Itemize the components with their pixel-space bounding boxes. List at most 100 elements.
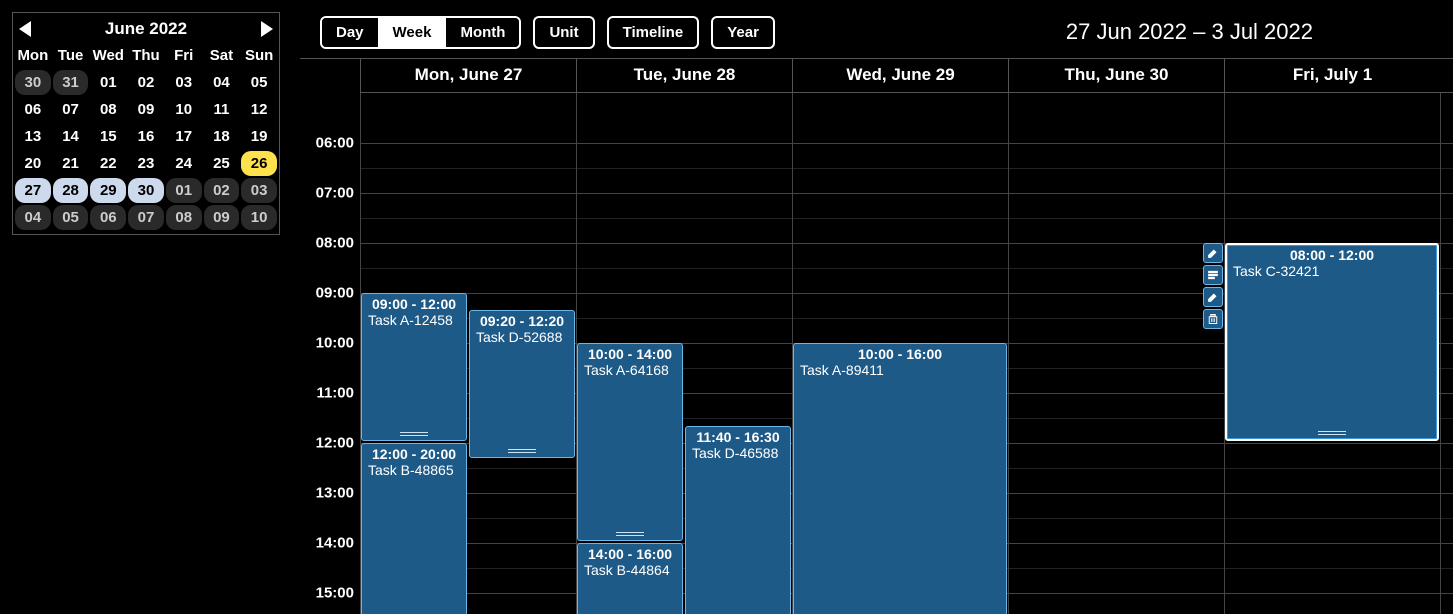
mini-calendar-day[interactable]: 09: [128, 97, 164, 122]
next-month-button[interactable]: [261, 21, 273, 37]
mini-calendar-day[interactable]: 03: [241, 178, 277, 203]
view-unit-button[interactable]: Unit: [533, 16, 594, 49]
mini-calendar-day[interactable]: 08: [166, 205, 202, 230]
calendar-event[interactable]: 09:20 - 12:20Task D-52688: [469, 310, 575, 458]
event-title: Task C-32421: [1227, 263, 1437, 281]
mini-calendar-day[interactable]: 01: [166, 178, 202, 203]
view-mode-group: DayWeekMonth: [320, 16, 521, 49]
mini-calendar-day[interactable]: 23: [128, 151, 164, 176]
trash-icon[interactable]: [1203, 309, 1223, 329]
day-header: Mon, June 27: [360, 59, 576, 92]
mini-calendar-day[interactable]: 09: [204, 205, 240, 230]
time-label: 08:00: [316, 235, 354, 252]
mini-calendar-day[interactable]: 02: [128, 70, 164, 95]
event-time: 12:00 - 20:00: [362, 444, 466, 462]
time-label: 10:00: [316, 335, 354, 352]
event-time: 11:40 - 16:30: [686, 427, 790, 445]
mini-calendar-day[interactable]: 02: [204, 178, 240, 203]
calendar-event[interactable]: 10:00 - 14:00Task A-64168: [577, 343, 683, 541]
mini-calendar-day[interactable]: 04: [204, 70, 240, 95]
mini-calendar-day[interactable]: 01: [90, 70, 126, 95]
date-range-label: 27 Jun 2022 – 3 Jul 2022: [1066, 19, 1313, 45]
mini-calendar-day[interactable]: 16: [128, 124, 164, 149]
event-action-toolbar: [1203, 243, 1223, 329]
calendar-event[interactable]: 11:40 - 16:30Task D-46588: [685, 426, 791, 614]
day-header: Thu, June 30: [1008, 59, 1224, 92]
event-title: Task B-48865: [362, 462, 466, 480]
event-time: 08:00 - 12:00: [1227, 245, 1437, 263]
mini-calendar-day[interactable]: 10: [166, 97, 202, 122]
mini-calendar-day[interactable]: 31: [53, 70, 89, 95]
toolbar: DayWeekMonth Unit Timeline Year 27 Jun 202…: [320, 14, 1443, 50]
mini-calendar-day[interactable]: 08: [90, 97, 126, 122]
mini-calendar-day[interactable]: 07: [128, 205, 164, 230]
mini-calendar-day[interactable]: 28: [53, 178, 89, 203]
time-label: 14:00: [316, 535, 354, 552]
event-title: Task A-89411: [794, 362, 1006, 380]
details-icon[interactable]: [1203, 265, 1223, 285]
event-resize-handle[interactable]: [400, 432, 428, 437]
time-label: 07:00: [316, 185, 354, 202]
mini-calendar-day[interactable]: 30: [15, 70, 51, 95]
calendar-event[interactable]: 08:00 - 12:00Task C-32421: [1225, 243, 1439, 441]
mini-calendar-day[interactable]: 11: [204, 97, 240, 122]
mini-calendar-day[interactable]: 12: [241, 97, 277, 122]
view-week-button[interactable]: Week: [379, 18, 447, 47]
calendar-event[interactable]: 09:00 - 12:00Task A-12458: [361, 293, 467, 441]
edit-icon[interactable]: [1203, 243, 1223, 263]
mini-calendar-day[interactable]: 24: [166, 151, 202, 176]
time-label: 15:00: [316, 585, 354, 602]
day-header: Tue, June 28: [576, 59, 792, 92]
mini-calendar-dow: Sat: [204, 45, 240, 68]
mini-calendar: June 2022 MonTueWedThuFriSatSun 30310102…: [12, 12, 280, 235]
event-title: Task B-44864: [578, 562, 682, 580]
mini-calendar-day[interactable]: 14: [53, 124, 89, 149]
mini-calendar-day[interactable]: 17: [166, 124, 202, 149]
time-label: 06:00: [316, 135, 354, 152]
event-title: Task D-52688: [470, 329, 574, 347]
view-year-button[interactable]: Year: [711, 16, 775, 49]
view-day-button[interactable]: Day: [322, 18, 379, 47]
calendar-event[interactable]: 10:00 - 16:00Task A-89411: [793, 343, 1007, 614]
week-view: Mon, June 27Tue, June 28Wed, June 29Thu,…: [300, 58, 1453, 614]
mini-calendar-day[interactable]: 05: [241, 70, 277, 95]
mini-calendar-dow: Mon: [15, 45, 51, 68]
view-month-button[interactable]: Month: [446, 18, 519, 47]
mini-calendar-dow: Fri: [166, 45, 202, 68]
mini-calendar-title: June 2022: [105, 19, 187, 39]
prev-month-button[interactable]: [19, 21, 31, 37]
mini-calendar-dow: Wed: [90, 45, 126, 68]
mini-calendar-day[interactable]: 25: [204, 151, 240, 176]
calendar-event[interactable]: 14:00 - 16:00Task B-44864: [577, 543, 683, 614]
mini-calendar-day[interactable]: 22: [90, 151, 126, 176]
view-timeline-button[interactable]: Timeline: [607, 16, 700, 49]
mini-calendar-day[interactable]: 06: [15, 97, 51, 122]
mini-calendar-day[interactable]: 26: [241, 151, 277, 176]
mini-calendar-day[interactable]: 07: [53, 97, 89, 122]
mini-calendar-day[interactable]: 03: [166, 70, 202, 95]
event-resize-handle[interactable]: [1318, 431, 1346, 436]
event-title: Task A-12458: [362, 312, 466, 330]
mini-calendar-day[interactable]: 10: [241, 205, 277, 230]
mini-calendar-day[interactable]: 18: [204, 124, 240, 149]
mini-calendar-day[interactable]: 06: [90, 205, 126, 230]
mini-calendar-day[interactable]: 27: [15, 178, 51, 203]
event-time: 09:00 - 12:00: [362, 294, 466, 312]
event-resize-handle[interactable]: [616, 532, 644, 537]
mini-calendar-day[interactable]: 29: [90, 178, 126, 203]
mini-calendar-day[interactable]: 21: [53, 151, 89, 176]
event-resize-handle[interactable]: [508, 449, 536, 454]
mini-calendar-day[interactable]: 13: [15, 124, 51, 149]
event-title: Task A-64168: [578, 362, 682, 380]
pencil-icon[interactable]: [1203, 287, 1223, 307]
mini-calendar-day[interactable]: 04: [15, 205, 51, 230]
mini-calendar-day[interactable]: 15: [90, 124, 126, 149]
mini-calendar-day[interactable]: 20: [15, 151, 51, 176]
mini-calendar-day[interactable]: 30: [128, 178, 164, 203]
day-header: Wed, June 29: [792, 59, 1008, 92]
calendar-event[interactable]: 12:00 - 20:00Task B-48865: [361, 443, 467, 614]
mini-calendar-day[interactable]: 05: [53, 205, 89, 230]
event-time: 10:00 - 14:00: [578, 344, 682, 362]
mini-calendar-day[interactable]: 19: [241, 124, 277, 149]
event-time: 09:20 - 12:20: [470, 311, 574, 329]
